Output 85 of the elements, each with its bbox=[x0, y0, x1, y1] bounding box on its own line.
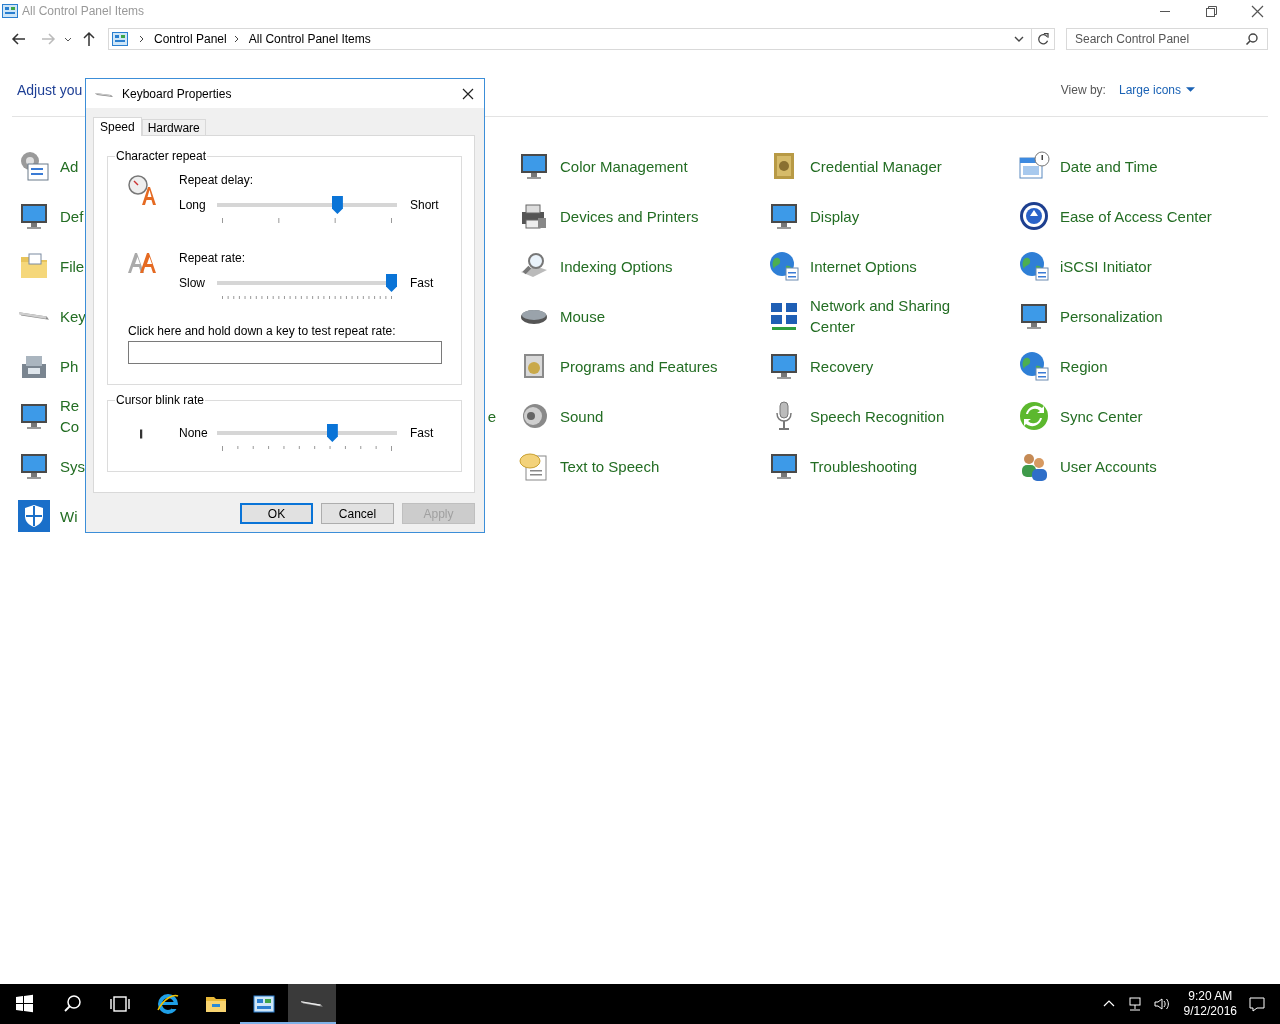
control-panel-item[interactable]: File bbox=[60, 255, 85, 277]
control-panel-item[interactable]: Ph bbox=[60, 355, 85, 377]
view-by-label: View by: bbox=[1060, 83, 1106, 97]
control-panel-item[interactable]: Re Co bbox=[60, 395, 85, 437]
speech-bubble-icon bbox=[518, 450, 550, 482]
control-panel-item[interactable]: iSCSI Initiator bbox=[1060, 255, 1152, 277]
breadcrumb-link[interactable]: All Control Panel Items bbox=[248, 32, 371, 46]
group-title: Character repeat bbox=[115, 149, 208, 163]
control-panel-item[interactable]: Sys bbox=[60, 455, 85, 477]
control-panel-icon bbox=[252, 992, 276, 1016]
dialog-title: Keyboard Properties bbox=[122, 86, 232, 101]
breadcrumb-link[interactable]: Control Panel bbox=[154, 32, 227, 46]
control-panel-item[interactable]: Date and Time bbox=[1060, 155, 1158, 177]
control-panel-item[interactable]: Text to Speech bbox=[560, 455, 660, 477]
control-panel-item[interactable]: User Accounts bbox=[1060, 455, 1157, 477]
notification-icon[interactable] bbox=[1248, 995, 1266, 1013]
control-panel-item[interactable]: Region bbox=[1060, 355, 1108, 377]
control-panel-icon bbox=[112, 32, 128, 46]
taskbar-date[interactable]: 9/12/2016 bbox=[1183, 1004, 1237, 1019]
network-icon bbox=[768, 300, 800, 332]
control-panel-item[interactable]: Wi bbox=[60, 505, 85, 527]
slider-max-label: Fast bbox=[410, 276, 434, 290]
globe-icon bbox=[768, 250, 800, 282]
address-bar[interactable]: Control Panel All Control Panel Items bbox=[108, 28, 1055, 50]
control-panel-item[interactable]: e bbox=[487, 405, 496, 427]
shield-icon bbox=[18, 500, 50, 532]
browser-icon bbox=[156, 992, 180, 1016]
slider-label: Repeat delay: bbox=[179, 173, 255, 187]
field-label: Click here and hold down a key to test repeat rate: bbox=[128, 324, 397, 338]
chevron-icon[interactable] bbox=[138, 34, 146, 44]
control-panel-item[interactable]: Internet Options bbox=[810, 255, 917, 277]
slider-label: Repeat rate: bbox=[179, 251, 247, 265]
control-panel-item[interactable]: Network and Sharing Center bbox=[810, 295, 970, 337]
control-panel-item[interactable]: Credential Manager bbox=[810, 155, 942, 177]
keyboard-icon bbox=[18, 311, 50, 321]
control-panel-item[interactable]: Troubleshooting bbox=[810, 455, 917, 477]
chevron-icon[interactable] bbox=[232, 34, 241, 44]
slider-max-label: Short bbox=[410, 198, 439, 212]
sync-icon bbox=[1018, 400, 1050, 432]
control-panel-item[interactable]: Personalization bbox=[1060, 305, 1163, 327]
globe-icon bbox=[1018, 250, 1050, 282]
network-icon[interactable] bbox=[1126, 996, 1143, 1012]
calendar-icon bbox=[1018, 150, 1050, 182]
page-heading: Adjust you bbox=[17, 82, 83, 98]
tab[interactable]: Hardware bbox=[141, 119, 206, 135]
volume-icon[interactable] bbox=[1152, 996, 1171, 1012]
slider-thumb[interactable] bbox=[386, 274, 397, 292]
control-panel-item[interactable]: Recovery bbox=[810, 355, 874, 377]
control-panel-item[interactable]: Devices and Printers bbox=[560, 205, 699, 227]
slider-min-label: Long bbox=[179, 198, 207, 212]
control-panel-item[interactable]: Programs and Features bbox=[560, 355, 718, 377]
globe-icon bbox=[1018, 350, 1050, 382]
control-panel-item[interactable]: Key bbox=[60, 305, 85, 327]
window-title: All Control Panel Items bbox=[22, 4, 145, 18]
tab[interactable]: Speed bbox=[93, 117, 142, 136]
slider-min-label: Slow bbox=[179, 276, 206, 290]
control-panel-item[interactable]: Sound bbox=[560, 405, 604, 427]
control-panel-item[interactable]: Mouse bbox=[560, 305, 606, 327]
control-panel-item[interactable]: Ease of Access Center bbox=[1060, 205, 1212, 227]
control-panel-item[interactable]: Speech Recognition bbox=[810, 405, 945, 427]
control-panel-icon bbox=[2, 4, 18, 18]
close-button[interactable] bbox=[461, 86, 475, 101]
gear-icon bbox=[18, 150, 50, 182]
keyboard-icon bbox=[300, 1000, 324, 1008]
test-input-field[interactable] bbox=[128, 341, 442, 364]
accessibility-icon bbox=[1018, 200, 1050, 232]
taskbar-time[interactable]: 9:20 AM bbox=[1188, 989, 1233, 1004]
dialog-button[interactable]: OK bbox=[240, 503, 313, 524]
dialog-button[interactable]: Cancel bbox=[321, 503, 394, 524]
slider-max-label: Fast bbox=[410, 426, 434, 440]
caret-icon bbox=[1186, 87, 1195, 93]
slider-thumb[interactable] bbox=[331, 196, 343, 214]
control-panel-item[interactable]: Indexing Options bbox=[560, 255, 673, 277]
slider-min-label: None bbox=[179, 426, 209, 440]
control-panel-item[interactable]: Ad bbox=[60, 155, 85, 177]
group-title: Cursor blink rate bbox=[115, 393, 206, 407]
text-cursor-icon bbox=[140, 428, 143, 440]
search-field[interactable]: Search Control Panel bbox=[1066, 28, 1268, 50]
slider-thumb[interactable] bbox=[326, 424, 338, 442]
control-panel-item[interactable]: Sync Center bbox=[1060, 405, 1143, 427]
search-icon bbox=[1245, 32, 1259, 46]
control-panel-item[interactable]: Display bbox=[810, 205, 860, 227]
control-panel-item[interactable]: Color Management bbox=[560, 155, 688, 177]
control-panel-item[interactable]: Def bbox=[60, 205, 85, 227]
view-by-dropdown[interactable]: Large icons bbox=[1118, 83, 1195, 97]
